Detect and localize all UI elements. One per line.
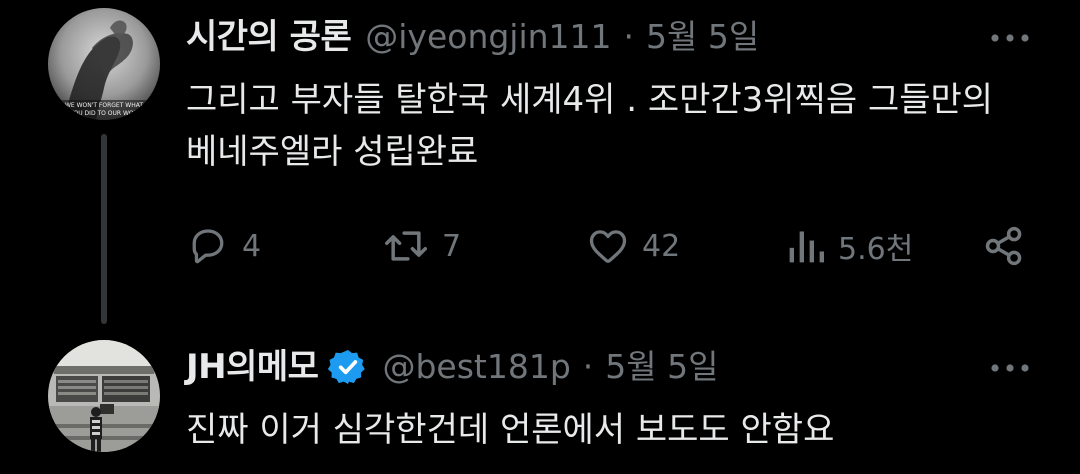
avatar-image: WE WON'T FORGET WHAT YOU DID TO OUR WOR	[48, 8, 160, 120]
retweet-button[interactable]: 7	[382, 216, 461, 276]
heart-icon	[589, 230, 627, 263]
like-count: 42	[642, 228, 681, 264]
avatar-caption-line-2: YOU DID TO OUR WOR	[69, 110, 138, 117]
share-button[interactable]	[982, 216, 1026, 276]
verified-badge-icon[interactable]	[328, 347, 368, 387]
handle[interactable]: @iyeongjin111	[365, 12, 611, 62]
tweet-header: JH의메모 @best181p · 5월 5일	[186, 342, 718, 392]
like-button[interactable]: 42	[586, 216, 680, 276]
tweet-text: 그리고 부자들 탈한국 세계4위 . 조만간3위찍음 그들만의 베네주엘라 성립…	[186, 80, 994, 172]
avatar-image	[48, 340, 160, 452]
views-button[interactable]: 5.6천	[786, 216, 913, 276]
display-name[interactable]: 시간의 공론	[186, 12, 352, 62]
separator-dot: ·	[623, 17, 635, 56]
reply-button[interactable]: 4	[186, 216, 261, 276]
tweet-header: 시간의 공론 @iyeongjin111 · 5월 5일	[186, 12, 759, 62]
retweet-count: 7	[442, 228, 462, 264]
tweet-actions: 4 7 42 5.6천	[186, 216, 1036, 276]
share-icon	[985, 226, 1022, 266]
tweet-1[interactable]: WE WON'T FORGET WHAT YOU DID TO OUR WOR …	[0, 0, 1080, 330]
separator-dot: ·	[582, 347, 594, 386]
thread-line	[101, 134, 107, 324]
reply-count: 4	[242, 228, 262, 264]
more-icon[interactable]	[988, 28, 1032, 48]
avatar[interactable]	[48, 340, 160, 452]
display-name[interactable]: JH의메모	[186, 342, 319, 392]
tweet-2[interactable]: JH의메모 @best181p · 5월 5일 진짜 이거 심각한건데 언론에서…	[0, 330, 1080, 474]
tweet-date[interactable]: 5월 5일	[646, 12, 759, 62]
more-icon[interactable]	[988, 358, 1032, 378]
views-count: 5.6천	[838, 232, 914, 267]
tweet-text: 진짜 이거 심각한건데 언론에서 보도도 안함요	[186, 410, 835, 450]
reply-icon	[192, 229, 224, 264]
avatar[interactable]: WE WON'T FORGET WHAT YOU DID TO OUR WOR	[48, 8, 160, 120]
handle[interactable]: @best181p	[382, 342, 570, 392]
views-icon	[789, 231, 824, 263]
avatar-caption-line-1: WE WON'T FORGET WHAT	[65, 102, 143, 109]
tweet-date[interactable]: 5월 5일	[605, 342, 718, 392]
retweet-icon	[385, 231, 427, 261]
